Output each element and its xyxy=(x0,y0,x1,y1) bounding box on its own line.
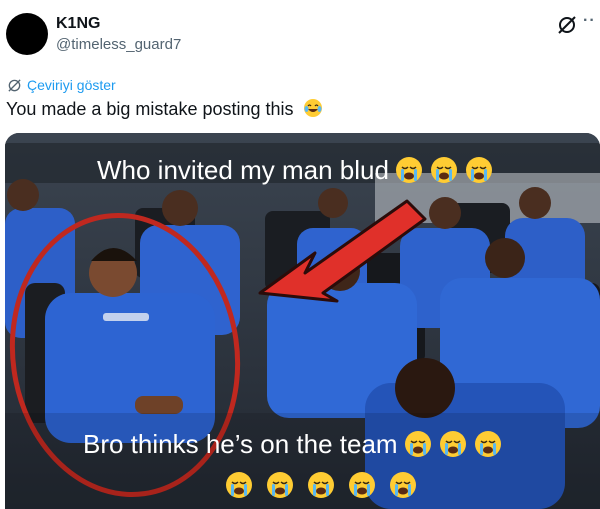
avatar[interactable] xyxy=(6,13,48,55)
x-logo-icon[interactable] xyxy=(556,14,578,36)
crying-face-icon xyxy=(347,470,377,500)
crying-face-icon xyxy=(429,155,459,185)
crying-face-icon xyxy=(394,155,424,185)
crying-face-icon xyxy=(403,429,433,459)
media-caption-top: Who invited my man blud xyxy=(97,151,494,189)
crying-face-icon xyxy=(438,429,468,459)
translate-globe-icon xyxy=(8,78,21,92)
crying-face-icon xyxy=(265,470,295,500)
caption-bottom-text: Bro thinks he’s on the team xyxy=(83,428,398,459)
crying-face-icon xyxy=(464,155,494,185)
translate-link[interactable]: Çeviriyi göster xyxy=(7,76,116,94)
tweet-text-content: You made a big mistake posting this xyxy=(6,99,294,119)
crying-face-icon xyxy=(224,470,254,500)
display-name[interactable]: K1NG xyxy=(56,15,100,33)
caption-top-text: Who invited my man blud xyxy=(97,154,389,185)
crying-face-icon xyxy=(306,470,336,500)
tweet-media-image[interactable]: Who invited my man blud Bro thinks he’s … xyxy=(5,133,600,509)
more-icon[interactable]: ·· xyxy=(583,12,596,30)
crying-face-icon xyxy=(473,429,503,459)
user-handle[interactable]: @timeless_guard7 xyxy=(56,36,181,53)
translate-label[interactable]: Çeviriyi göster xyxy=(27,77,116,93)
crying-face-icon xyxy=(388,470,418,500)
face-with-tears-of-joy-icon xyxy=(303,99,322,117)
tweet-text: You made a big mistake posting this xyxy=(6,98,323,120)
media-caption-bottom: Bro thinks he’s on the team xyxy=(83,425,503,463)
media-emoji-row xyxy=(219,470,418,500)
